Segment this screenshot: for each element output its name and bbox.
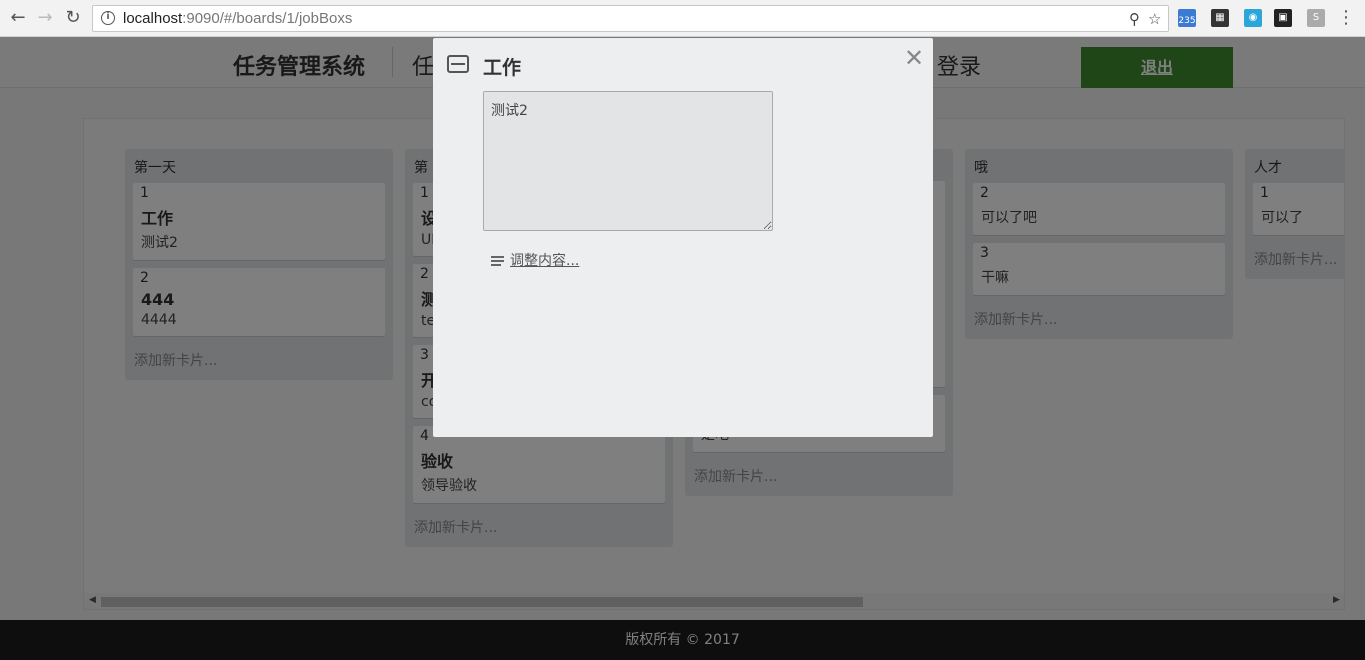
edit-content-label: 调整内容... [510,253,580,269]
edit-content-link[interactable]: 调整内容... [491,250,579,270]
card-icon [447,55,469,73]
extension-badge-icon[interactable]: 235 [1178,9,1196,27]
close-icon[interactable]: ✕ [904,44,924,72]
ghost-icon[interactable]: ◉ [1244,9,1262,27]
ghostery-icon[interactable]: ▣ [1274,9,1292,27]
menu-icon[interactable]: ⋮ [1336,8,1356,28]
text-lines-icon [491,256,504,266]
card-detail-modal: 工作 ✕ 测试2 调整内容... [433,38,933,437]
key-icon[interactable]: ⚲ [1129,10,1140,28]
qr-code-icon[interactable]: ▦ [1211,9,1229,27]
s-extension-icon[interactable]: S [1307,9,1325,27]
star-icon[interactable]: ☆ [1148,10,1161,28]
back-icon[interactable]: ← [8,8,28,28]
description-textarea[interactable]: 测试2 [483,91,773,231]
url-text: localhost:9090/#/boards/1/jobBoxs [123,10,353,27]
info-icon[interactable]: i [101,11,115,25]
forward-icon[interactable]: → [35,8,55,28]
address-bar[interactable]: i localhost:9090/#/boards/1/jobBoxs ⚲ ☆ [92,5,1169,32]
browser-toolbar: ← → ↻ i localhost:9090/#/boards/1/jobBox… [0,0,1365,37]
modal-title: 工作 [483,57,522,79]
reload-icon[interactable]: ↻ [63,8,83,28]
